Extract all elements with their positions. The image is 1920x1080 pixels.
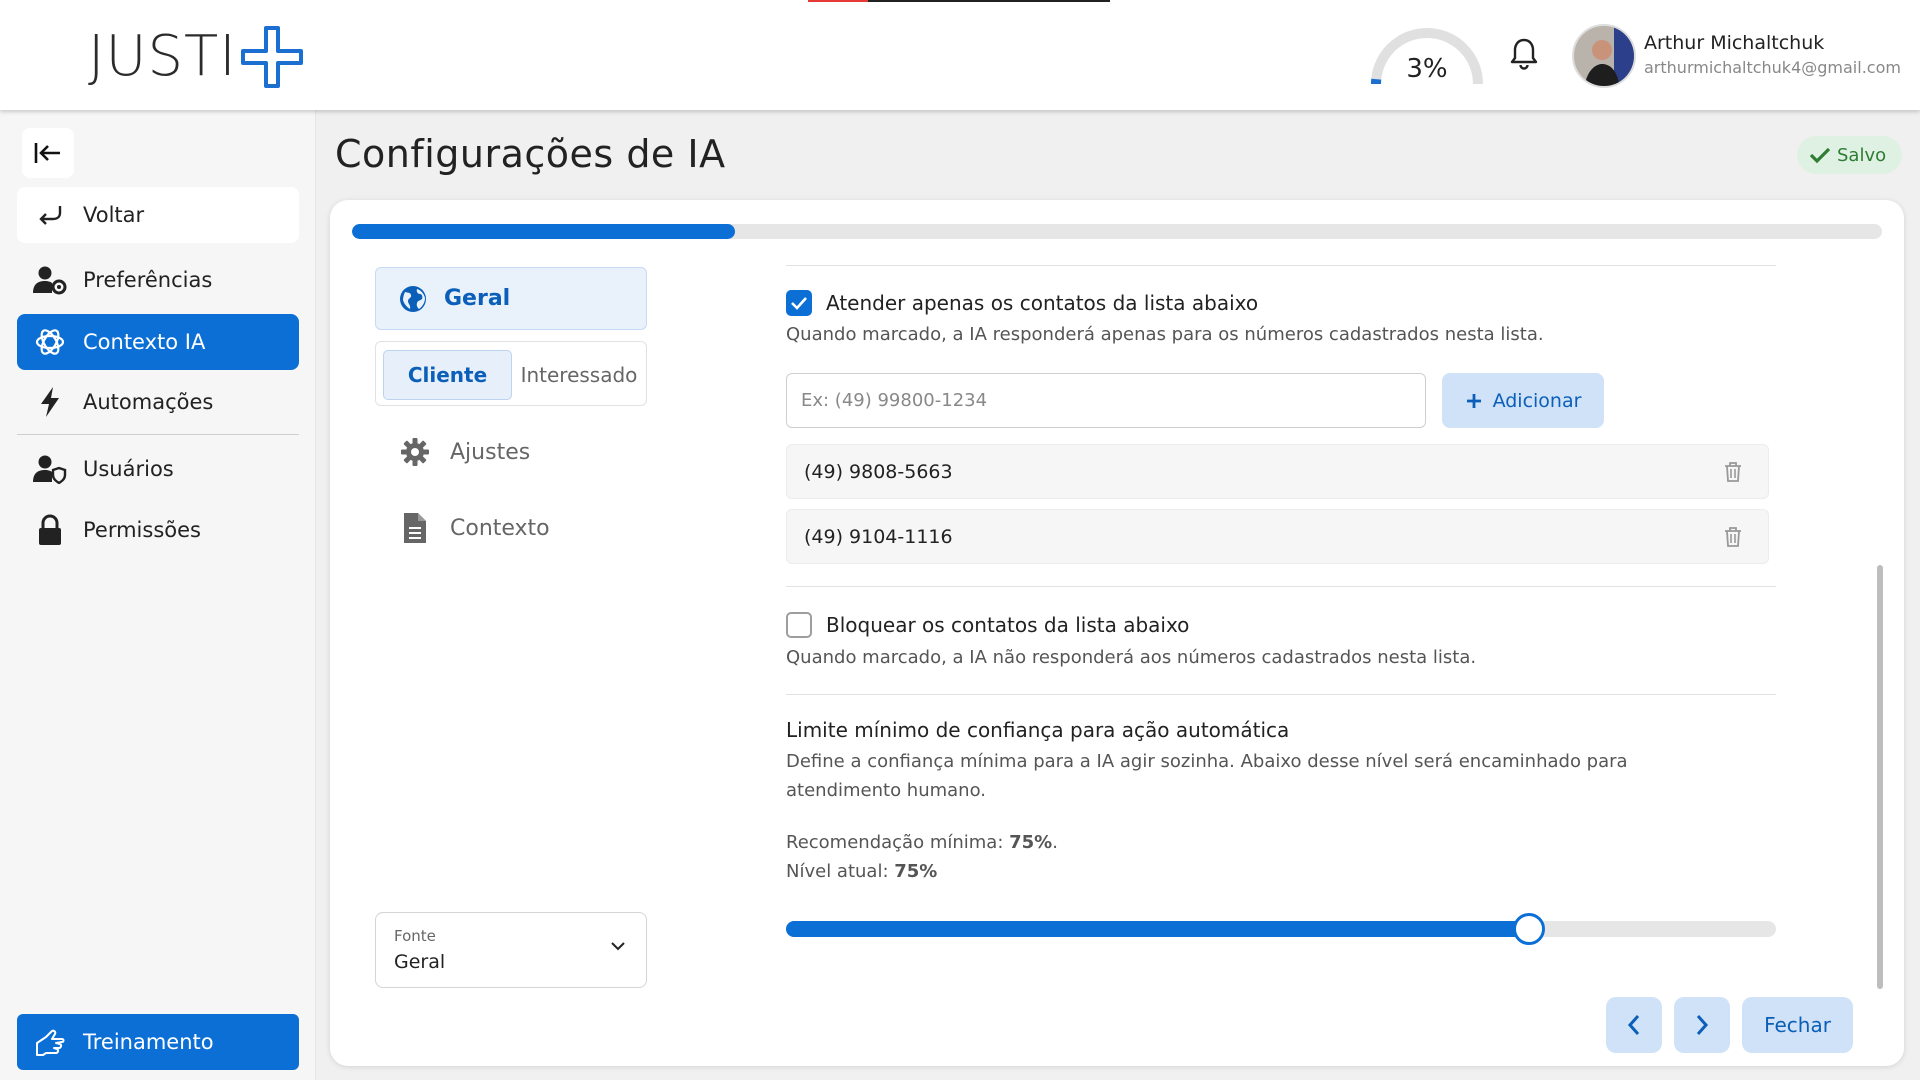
current-level-text: Nível atual: 75%	[786, 857, 937, 886]
sidebar-item-automacoes[interactable]: Automações	[17, 374, 299, 430]
tab-ajustes[interactable]: Ajustes	[400, 432, 530, 472]
settings-card: Geral Cliente Interessado Ajustes Contex…	[330, 200, 1904, 1066]
top-loading-bar	[808, 0, 1110, 2]
wizard-progress-bar	[352, 224, 1882, 239]
phone-number: (49) 9104-1116	[804, 525, 953, 548]
user-shield-icon	[33, 452, 67, 486]
collapse-sidebar-button[interactable]	[22, 128, 74, 178]
current-level-label: Nível atual:	[786, 861, 895, 882]
user-avatar[interactable]	[1572, 24, 1636, 88]
next-step-button[interactable]	[1674, 997, 1730, 1053]
chevron-right-icon	[1696, 1015, 1709, 1035]
tab-contexto-label: Contexto	[450, 515, 550, 541]
sidebar-item-label: Preferências	[83, 268, 213, 292]
phone-number-input[interactable]	[786, 373, 1426, 428]
phone-number: (49) 9808-5663	[804, 460, 953, 483]
current-level-value: 75%	[894, 861, 938, 882]
content-scrollbar[interactable]	[1877, 565, 1883, 989]
notification-bell-icon[interactable]	[1508, 36, 1540, 72]
allowlist-checkbox[interactable]	[786, 290, 812, 316]
gear-icon	[401, 438, 429, 466]
add-number-button[interactable]: Adicionar	[1442, 373, 1604, 428]
confidence-description-line2: atendimento humano.	[786, 780, 987, 801]
top-header: JUSTI 3% Arthur Michaltchuk arthurmichal…	[0, 0, 1920, 110]
user-name: Arthur Michaltchuk	[1644, 32, 1825, 54]
app-logo[interactable]: JUSTI	[88, 24, 305, 90]
user-gear-icon	[33, 263, 67, 297]
sidebar-item-label: Usuários	[83, 457, 174, 481]
sidebar-divider	[17, 434, 299, 435]
tab-geral-label: Geral	[444, 286, 511, 311]
progress-fill	[352, 224, 735, 239]
segment-cliente[interactable]: Cliente	[383, 350, 512, 400]
tab-geral[interactable]: Geral	[375, 267, 647, 330]
source-select[interactable]: Fonte Geral	[375, 912, 647, 988]
training-hand-icon	[33, 1025, 67, 1059]
blocklist-title: Bloquear os contatos da lista abaixo	[826, 613, 1190, 637]
sidebar-item-usuarios[interactable]: Usuários	[17, 441, 299, 497]
previous-step-button[interactable]	[1606, 997, 1662, 1053]
usage-gauge[interactable]: 3%	[1368, 24, 1486, 88]
page-title: Configurações de IA	[335, 132, 726, 176]
list-item: (49) 9104-1116	[786, 509, 1769, 564]
plus-icon	[1466, 393, 1481, 408]
logo-text: JUSTI	[88, 24, 237, 89]
usage-percent: 3%	[1406, 54, 1448, 84]
ai-swirl-icon	[33, 325, 67, 359]
section-divider	[786, 586, 1776, 587]
globe-icon	[400, 285, 426, 312]
confidence-description-line1: Define a confiança mínima para a IA agir…	[786, 751, 1628, 772]
allowlist-title: Atender apenas os contatos da lista abai…	[826, 291, 1259, 315]
tab-ajustes-label: Ajustes	[450, 439, 531, 465]
sidebar-item-label: Voltar	[83, 203, 145, 227]
source-select-label: Fonte	[394, 927, 436, 945]
user-email: arthurmichaltchuk4@gmail.com	[1644, 58, 1901, 77]
sidebar-item-label: Permissões	[83, 518, 201, 542]
slider-thumb[interactable]	[1512, 913, 1545, 945]
sidebar-item-preferencias[interactable]: Preferências	[17, 252, 299, 308]
return-arrow-icon	[33, 198, 67, 232]
training-label: Treinamento	[83, 1030, 214, 1054]
check-icon	[1809, 147, 1831, 164]
list-item: (49) 9808-5663	[786, 444, 1769, 499]
chevron-down-icon	[611, 942, 625, 951]
trash-icon[interactable]	[1724, 526, 1742, 548]
section-divider	[786, 265, 1776, 266]
collapse-arrow-icon	[34, 143, 60, 163]
lightning-icon	[33, 385, 67, 419]
blocklist-checkbox[interactable]	[786, 612, 812, 638]
sidebar-item-voltar[interactable]: Voltar	[17, 187, 299, 243]
logo-cross-icon	[240, 26, 303, 88]
sidebar-item-label: Automações	[83, 390, 214, 414]
trash-icon[interactable]	[1724, 461, 1742, 483]
document-icon	[404, 513, 426, 543]
saved-label: Salvo	[1837, 144, 1887, 166]
recommendation-text: Recomendação mínima: 75%.	[786, 832, 1058, 853]
training-button[interactable]: Treinamento	[17, 1014, 299, 1070]
sidebar-item-permissoes[interactable]: Permissões	[17, 502, 299, 558]
checkmark-icon	[791, 297, 807, 310]
lock-icon	[33, 513, 67, 547]
sidebar-item-label: Contexto IA	[83, 330, 206, 354]
allowlist-description: Quando marcado, a IA responderá apenas p…	[786, 324, 1544, 345]
recommendation-label: Recomendação mínima:	[786, 832, 1010, 853]
blocklist-description: Quando marcado, a IA não responderá aos …	[786, 647, 1477, 668]
section-divider	[786, 694, 1776, 695]
tab-contexto[interactable]: Contexto	[400, 508, 550, 548]
avatar-photo-icon	[1574, 26, 1634, 86]
source-select-value: Geral	[394, 951, 446, 973]
sidebar-item-contexto-ia[interactable]: Contexto IA	[17, 314, 299, 370]
audience-segmented-control: Cliente Interessado	[375, 341, 647, 406]
confidence-slider[interactable]	[786, 913, 1776, 945]
segment-interessado[interactable]: Interessado	[516, 350, 642, 400]
add-button-label: Adicionar	[1492, 389, 1582, 412]
chevron-left-icon	[1627, 1015, 1640, 1035]
close-button[interactable]: Fechar	[1742, 997, 1853, 1053]
saved-status-badge: Salvo	[1797, 136, 1903, 174]
slider-fill	[786, 921, 1529, 937]
recommendation-value: 75%	[1009, 832, 1053, 853]
sidebar: Voltar Preferências Contexto IA Automaçõ…	[0, 110, 316, 1080]
confidence-title: Limite mínimo de confiança para ação aut…	[786, 718, 1290, 742]
